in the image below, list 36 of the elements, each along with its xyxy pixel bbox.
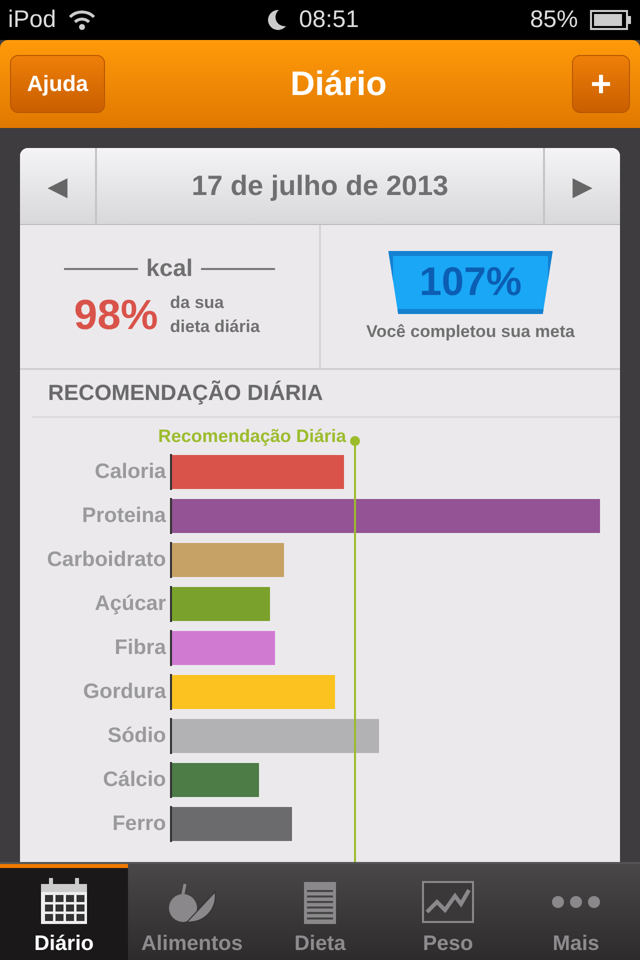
date-label: 17 de julho de 2013 <box>190 169 450 203</box>
add-button[interactable]: + <box>572 55 630 113</box>
diet-percent: 98% <box>74 290 158 338</box>
nutrient-label: Fibra <box>114 636 168 660</box>
tab-bar-item[interactable]: Peso <box>384 864 512 960</box>
tab-bar-item[interactable]: Alimentos <box>128 864 256 960</box>
diet-caption: da sua dieta diária <box>170 292 261 338</box>
moon-icon <box>266 9 287 31</box>
tab-bar-item[interactable]: Diário <box>0 864 128 960</box>
battery-icon <box>590 10 632 30</box>
nutrient-label: Gordura <box>82 680 168 704</box>
next-day-button[interactable]: ▶ <box>543 148 620 224</box>
nutrient-label: Açúcar <box>94 592 167 616</box>
nutrient-label: Carboidrato <box>46 548 167 572</box>
battery-percent: 85% <box>530 6 578 34</box>
goal-caption: Você completou sua meta <box>366 322 575 342</box>
nutrient-label: Cálcio <box>102 768 167 792</box>
recommendation-dot <box>350 436 360 446</box>
nutrient-label: Sódio <box>106 724 167 748</box>
nutrient-label: Ferro <box>111 812 167 836</box>
clock-time: 08:51 <box>298 6 360 34</box>
previous-day-button[interactable]: ◀ <box>20 148 97 224</box>
help-button[interactable]: Ajuda <box>10 55 106 113</box>
section-title: RECOMENDAÇÃO DIÁRIA <box>48 380 323 406</box>
more-icon <box>549 896 603 908</box>
recommendation-label: Recomendação Diária <box>158 426 346 447</box>
wifi-icon <box>68 9 96 31</box>
nutrient-label: Caloria <box>94 460 167 484</box>
tab-bar-item[interactable]: Dieta <box>256 864 384 960</box>
screen-title: Diário <box>290 64 387 104</box>
device-name: iPod <box>8 6 56 34</box>
tab-bar-item[interactable]: Mais <box>512 864 640 960</box>
calorie-unit: kcal <box>146 254 193 282</box>
chart-icon <box>421 878 475 926</box>
nutrient-label: Proteina <box>80 504 167 528</box>
goal-badge: 107% <box>388 251 553 314</box>
